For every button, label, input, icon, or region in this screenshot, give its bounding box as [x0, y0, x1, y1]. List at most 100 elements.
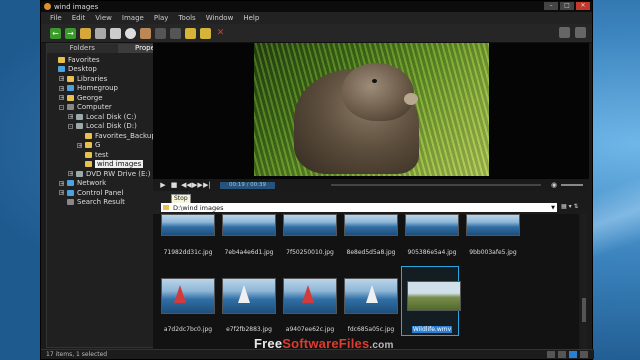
thumbnail-image[interactable]: [344, 278, 398, 314]
tree-item-label: Local Disk (D:): [86, 122, 137, 131]
menu-image[interactable]: Image: [122, 14, 144, 22]
expand-icon[interactable]: +: [59, 180, 64, 186]
maximize-button[interactable]: □: [560, 2, 574, 10]
thumbnail-caption[interactable]: e7f2fb2883.jpg: [217, 326, 281, 333]
screen-icon[interactable]: [575, 27, 586, 38]
folder-icon: [85, 142, 92, 149]
tree-item-label: Network: [77, 179, 107, 188]
star-icon: [58, 56, 65, 63]
tree-item-label: Search Result: [77, 198, 125, 207]
minimize-button[interactable]: –: [544, 2, 558, 10]
path-text: D:\wind images: [173, 203, 224, 212]
thumbnail-caption[interactable]: 9bb003afe5.jpg: [461, 249, 525, 256]
menu-help[interactable]: Help: [243, 14, 259, 22]
scrollbar-thumb[interactable]: [582, 298, 586, 322]
volume-icon[interactable]: ◉: [551, 181, 557, 189]
menu-tools[interactable]: Tools: [178, 14, 195, 22]
print-icon[interactable]: [95, 27, 106, 39]
next-icon[interactable]: ▶|: [203, 181, 211, 189]
title-bar[interactable]: wind images – □ ✕: [41, 1, 592, 12]
detail-view-icon[interactable]: [558, 351, 566, 358]
menu-window[interactable]: Window: [206, 14, 234, 22]
email-icon[interactable]: [110, 27, 121, 39]
thumbnail-image[interactable]: [222, 214, 276, 236]
toolbar-right: [559, 27, 586, 38]
film-icon[interactable]: [140, 27, 151, 39]
thumbnail-view-icon[interactable]: [569, 351, 577, 358]
disc-icon[interactable]: [125, 27, 136, 39]
expand-icon[interactable]: +: [59, 76, 64, 82]
window-title: wind images: [54, 2, 99, 11]
expand-icon[interactable]: +: [68, 114, 73, 120]
expand-icon[interactable]: +: [59, 95, 64, 101]
thumbnail-image[interactable]: [405, 214, 459, 236]
copy-icon[interactable]: [155, 27, 166, 39]
thumbnail-caption[interactable]: a7d2dc7bc0.jpg: [156, 326, 220, 333]
thumbnail-caption[interactable]: 905386e5a4.jpg: [400, 249, 464, 256]
thumbnail-caption[interactable]: Wildlife.wmv: [400, 326, 464, 333]
download-icon[interactable]: [559, 27, 570, 38]
time-display: 00:19 / 00:39: [220, 181, 275, 189]
new-folder-icon[interactable]: [185, 27, 196, 39]
zoom-icon[interactable]: [580, 351, 588, 358]
video-thumbnail[interactable]: [407, 281, 461, 311]
thumbnail-caption[interactable]: a9407ee62c.jpg: [278, 326, 342, 333]
thumbnail-image[interactable]: [161, 214, 215, 236]
thumbnail-caption[interactable]: 7eb4a4e6d1.jpg: [217, 249, 281, 256]
rewind-icon[interactable]: ◀◀: [181, 181, 192, 189]
menu-play[interactable]: Play: [154, 14, 169, 22]
drive-icon: [76, 123, 83, 130]
expand-icon[interactable]: +: [68, 171, 73, 177]
forward-arrow-icon[interactable]: →: [65, 27, 76, 39]
expand-icon[interactable]: +: [59, 190, 64, 196]
chevron-down-icon[interactable]: ▼: [551, 205, 555, 211]
list-view-icon[interactable]: [547, 351, 555, 358]
toolbar: ← → ✕: [41, 24, 592, 43]
close-button[interactable]: ✕: [576, 2, 590, 10]
play-icon[interactable]: ▶: [159, 181, 167, 189]
thumbnail-image[interactable]: [161, 278, 215, 314]
location-icon: [58, 66, 65, 73]
expand-icon[interactable]: +: [77, 142, 82, 148]
open-folder-icon[interactable]: [80, 27, 91, 39]
delete-icon[interactable]: ✕: [215, 28, 226, 39]
tree-item-label: Favorites_Backup: [95, 131, 156, 140]
stop-icon[interactable]: ■: [170, 181, 178, 189]
menu-file[interactable]: File: [50, 14, 62, 22]
expand-icon[interactable]: +: [59, 85, 64, 91]
thumbnail-caption[interactable]: fdc685a05c.jpg: [339, 326, 403, 333]
view-options[interactable]: ▦ ▾ ⇅: [561, 203, 579, 210]
seek-bar[interactable]: [331, 184, 541, 186]
thumbnail-image[interactable]: [283, 278, 337, 314]
thumbnail-image[interactable]: [466, 214, 520, 236]
tree-item-label: wind images: [95, 160, 144, 169]
drive-icon: [76, 113, 83, 120]
drive-icon: [76, 170, 83, 177]
volume-slider[interactable]: [561, 184, 583, 186]
path-bar[interactable]: D:\wind images ▼: [161, 203, 557, 212]
vertical-scrollbar[interactable]: [581, 214, 587, 349]
back-arrow-icon[interactable]: ←: [50, 27, 61, 39]
folder-icon: [85, 132, 92, 139]
player-controls: ▶ ■ ◀◀ ▶▶ ▶| 00:19 / 00:39 ◉: [153, 179, 589, 191]
app-icon: [44, 3, 51, 10]
collapse-icon[interactable]: -: [68, 123, 73, 129]
thumbnail-image[interactable]: [344, 214, 398, 236]
caption-text: fdc685a05c.jpg: [347, 326, 395, 333]
collapse-icon[interactable]: -: [59, 104, 64, 110]
menu-edit[interactable]: Edit: [72, 14, 86, 22]
folder-icon: [67, 94, 74, 101]
thumbnail-caption[interactable]: 7f50250010.jpg: [278, 249, 342, 256]
caption-text: a7d2dc7bc0.jpg: [163, 326, 213, 333]
fast-forward-icon[interactable]: ▶▶: [192, 181, 203, 189]
thumbnail-caption[interactable]: 71982dd31c.jpg: [156, 249, 220, 256]
move-icon[interactable]: [170, 27, 181, 39]
folder-icon[interactable]: [200, 27, 211, 39]
thumbnail-caption[interactable]: 8e8ed5d5a8.jpg: [339, 249, 403, 256]
thumbnail-image[interactable]: [283, 214, 337, 236]
thumbnail-image[interactable]: [222, 278, 276, 314]
caption-text: Wildlife.wmv: [411, 326, 453, 333]
menu-view[interactable]: View: [95, 14, 112, 22]
tab-folders[interactable]: Folders: [47, 44, 118, 53]
media-viewer[interactable]: [153, 43, 589, 179]
